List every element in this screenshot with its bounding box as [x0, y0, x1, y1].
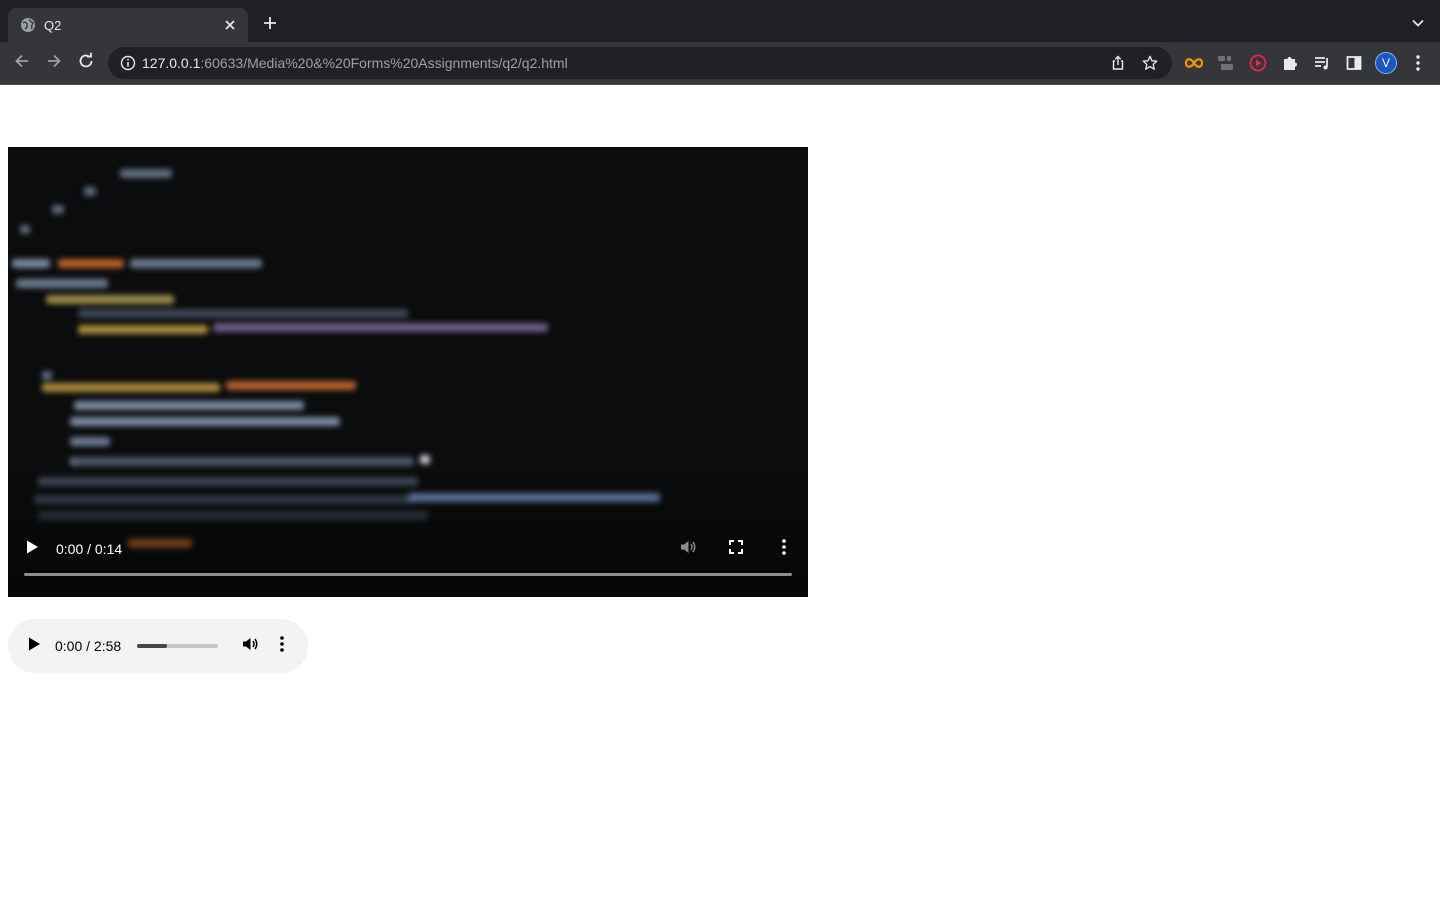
chevron-down-icon — [1411, 16, 1425, 35]
reload-button[interactable] — [72, 49, 100, 77]
video-player[interactable]: 0:00 / 0:14 — [8, 147, 808, 597]
tab-strip: Q2 — [0, 0, 1440, 42]
audio-more-button[interactable] — [270, 634, 294, 658]
browser-toolbar: 127.0.0.1:60633/Media%20&%20Forms%20Assi… — [0, 42, 1440, 85]
forward-button[interactable] — [40, 49, 68, 77]
audio-time-display: 0:00 / 2:58 — [55, 638, 122, 654]
url-path: :60633/Media%20&%20Forms%20Assignments/q… — [200, 55, 568, 71]
forward-arrow-icon — [45, 52, 63, 75]
gitzip-extension-icon[interactable] — [1214, 51, 1238, 75]
plus-icon — [262, 15, 278, 36]
media-queue-icon[interactable] — [1310, 51, 1334, 75]
back-button[interactable] — [8, 49, 36, 77]
info-icon[interactable] — [120, 55, 136, 71]
globe-icon — [20, 17, 36, 33]
close-icon[interactable] — [220, 15, 240, 35]
play-icon — [27, 636, 41, 657]
audio-timeline-fill — [137, 644, 167, 648]
url-text: 127.0.0.1:60633/Media%20&%20Forms%20Assi… — [142, 55, 1098, 71]
side-panel-icon[interactable] — [1342, 51, 1366, 75]
back-arrow-icon — [13, 52, 31, 75]
volume-icon — [241, 635, 259, 658]
reload-icon — [77, 52, 95, 75]
kebab-menu-icon — [781, 538, 787, 561]
browser-tab[interactable]: Q2 — [8, 8, 248, 42]
tab-title: Q2 — [44, 17, 62, 33]
video-controls-gradient — [8, 467, 808, 597]
volume-icon — [679, 538, 697, 561]
star-icon[interactable] — [1138, 51, 1162, 75]
audio-mute-button[interactable] — [238, 634, 262, 658]
kebab-menu-icon — [279, 635, 285, 658]
url-host: 127.0.0.1 — [142, 55, 201, 71]
avatar[interactable]: V — [1375, 52, 1397, 74]
kebab-menu-icon[interactable] — [1406, 51, 1430, 75]
record-extension-icon[interactable] — [1246, 51, 1270, 75]
share-icon[interactable] — [1106, 51, 1130, 75]
tab-search-button[interactable] — [1406, 13, 1430, 37]
audio-play-button[interactable] — [22, 634, 46, 658]
video-more-button[interactable] — [772, 537, 796, 561]
new-tab-button[interactable] — [258, 13, 282, 37]
address-bar[interactable]: 127.0.0.1:60633/Media%20&%20Forms%20Assi… — [108, 47, 1172, 79]
play-icon — [25, 539, 39, 560]
video-fullscreen-button[interactable] — [724, 537, 748, 561]
video-time-display: 0:00 / 0:14 — [56, 541, 123, 557]
audio-player: 0:00 / 2:58 — [8, 619, 308, 673]
infinity-extension-icon[interactable] — [1182, 51, 1206, 75]
video-mute-button[interactable] — [676, 537, 700, 561]
video-play-button[interactable] — [20, 537, 44, 561]
video-controls: 0:00 / 0:14 — [8, 533, 808, 565]
fullscreen-icon — [728, 539, 744, 560]
video-timeline[interactable] — [24, 573, 792, 576]
audio-timeline[interactable] — [137, 644, 218, 648]
puzzle-icon[interactable] — [1278, 51, 1302, 75]
